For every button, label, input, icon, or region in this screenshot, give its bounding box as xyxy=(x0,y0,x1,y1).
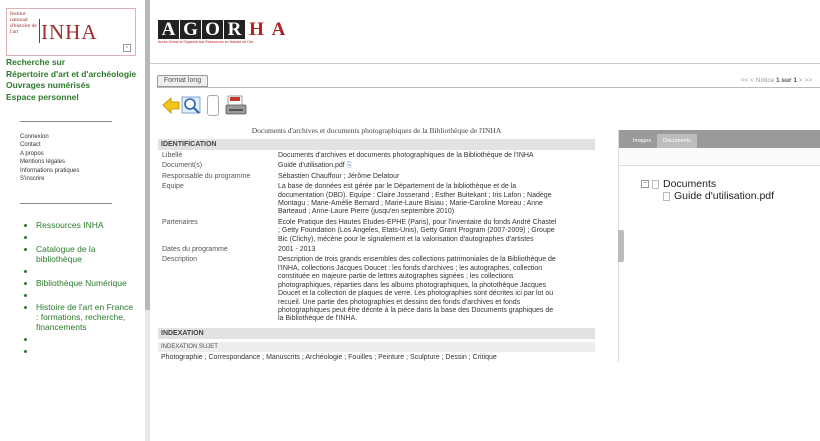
back-arrow-icon[interactable] xyxy=(161,95,181,116)
nav-espace-personnel[interactable]: Espace personnel xyxy=(6,92,136,104)
list-item xyxy=(36,346,136,356)
field-value: Documents d'archives et documents photog… xyxy=(278,152,534,159)
field-row: Libellé Documents d'archives et document… xyxy=(158,150,595,160)
link-connexion[interactable]: Connexion xyxy=(20,133,79,141)
tab-divider xyxy=(157,87,820,88)
record-title: Documents d'archives et documents photog… xyxy=(251,126,502,135)
list-item[interactable]: Histoire de l'art en France : formations… xyxy=(36,302,136,332)
tab-format-long[interactable]: Format long xyxy=(157,75,208,87)
nav-ouvrages-numerises[interactable]: Ouvrages numérisés xyxy=(6,80,136,92)
inha-logo[interactable]: Institut national d'histoire de l'art IN… xyxy=(6,8,136,56)
field-row: Equipe La base de données est gérée par … xyxy=(158,181,595,217)
file-icon xyxy=(663,191,670,201)
documents-tree: − Documents Guide d'utilisation.pdf xyxy=(641,178,774,202)
expand-icon[interactable]: ▫ xyxy=(123,44,131,52)
tree-node-label[interactable]: Guide d'utilisation.pdf xyxy=(674,190,774,202)
field-value: 2001 - 2013 xyxy=(278,246,316,254)
agorha-letter: A xyxy=(158,20,179,39)
field-value: Description de trois grands ensembles de… xyxy=(278,256,556,323)
panel-resize-handle[interactable] xyxy=(618,230,624,262)
attachment-icon[interactable]: ⎘ xyxy=(347,162,353,169)
tree-node-root[interactable]: − Documents xyxy=(641,178,774,190)
folder-icon xyxy=(652,179,659,189)
indexation-subject-header: INDEXATION SUJET xyxy=(158,341,595,352)
link-a-propos[interactable]: A propos xyxy=(20,150,79,158)
tab-documents[interactable]: Documents xyxy=(657,134,697,148)
agorha-letter: G xyxy=(180,20,201,39)
agorha-logo[interactable]: A G O R H A Accès Global et Organisé aux… xyxy=(158,20,289,44)
agorha-tagline: Accès Global et Organisé aux Ressources … xyxy=(158,40,254,44)
list-item xyxy=(36,334,136,344)
notice-pagination: << < Notice 1 sur 1 > >> xyxy=(741,77,812,84)
field-row: Description Description de trois grands … xyxy=(158,254,595,323)
field-label: Equipe xyxy=(162,183,184,191)
section-identification-header: IDENTIFICATION xyxy=(158,139,595,150)
agorha-letter: R xyxy=(224,20,245,39)
pdf-print-icon[interactable] xyxy=(224,95,248,116)
field-label: Document(s) xyxy=(162,162,203,170)
list-item xyxy=(36,290,136,300)
documents-panel: Images Documents − Documents Guide d'uti… xyxy=(618,130,820,362)
inha-logo-big-text: INHA xyxy=(41,20,98,44)
field-value: Sébastien Chauffour ; Jérôme Delatour xyxy=(278,172,400,180)
sidebar-divider-2 xyxy=(20,203,112,204)
link-mentions-legales[interactable]: Mentions légales xyxy=(20,158,79,166)
panel-tab-bar: Images Documents xyxy=(619,130,820,148)
sidebar-scrollbar-thumb[interactable] xyxy=(145,0,150,310)
sidebar-utility-links: Connexion Contact A propos Mentions léga… xyxy=(20,133,79,183)
page: Institut national d'histoire de l'art IN… xyxy=(0,0,820,441)
field-row: Responsable du programme Sébastien Chauf… xyxy=(158,171,595,181)
field-label: Libellé xyxy=(162,152,183,159)
documents-tree-container: − Documents Guide d'utilisation.pdf xyxy=(619,166,820,362)
field-value: La base de données est gérée par le Dépa… xyxy=(278,183,552,216)
list-item[interactable]: Ressources INHA xyxy=(36,220,136,230)
tree-node-label: Documents xyxy=(663,178,717,190)
sidebar-resource-list: Ressources INHA Catalogue de la biblioth… xyxy=(36,220,136,358)
logo-divider xyxy=(39,19,40,43)
field-label: Description xyxy=(162,256,198,264)
agorha-letter: A xyxy=(268,20,289,39)
field-row: Document(s) Guide d'utilisation.pdf ⎘ xyxy=(158,160,595,170)
field-row: Dates du programme 2001 - 2013 xyxy=(158,244,595,254)
link-sinscrire[interactable]: S'inscrire xyxy=(20,175,79,183)
header-divider xyxy=(150,63,820,64)
field-label: Dates du programme xyxy=(162,246,228,254)
tab-images[interactable]: Images xyxy=(627,134,657,148)
search-icon[interactable] xyxy=(181,95,203,116)
list-item[interactable]: Bibliothèque Numérique xyxy=(36,278,136,288)
nav-recherche-sur[interactable]: Recherche sur xyxy=(6,57,136,69)
document-link[interactable]: Guide d'utilisation.pdf xyxy=(278,162,345,169)
notice-prev-link[interactable]: << < Notice xyxy=(741,77,774,84)
sidebar: Institut national d'histoire de l'art IN… xyxy=(0,0,145,441)
list-item xyxy=(36,232,136,242)
sidebar-main-nav: Recherche sur Répertoire d'art et d'arch… xyxy=(6,57,136,103)
link-informations-pratiques[interactable]: Informations pratiques xyxy=(20,167,79,175)
inha-logo-small-text: Institut national d'histoire de l'art xyxy=(10,11,37,35)
blank-toggle-icon[interactable] xyxy=(207,95,219,116)
section-indexation-header: INDEXATION xyxy=(158,327,595,339)
agorha-letter: O xyxy=(202,20,223,39)
field-value: Guide d'utilisation.pdf ⎘ xyxy=(278,162,558,170)
field-label: Partenaires xyxy=(162,218,198,226)
agorha-letter: H xyxy=(246,20,267,39)
sidebar-divider xyxy=(20,121,112,122)
list-item[interactable]: Catalogue de la bibliothèque xyxy=(36,244,136,264)
notice-next-link[interactable]: > >> xyxy=(799,77,812,84)
field-row: Partenaires Ecole Pratique des Hautes Et… xyxy=(158,217,595,244)
tree-node-file[interactable]: Guide d'utilisation.pdf xyxy=(641,190,774,202)
link-contact[interactable]: Contact xyxy=(20,141,79,149)
field-value: Ecole Pratique des Hautes Etudes-EPHE (P… xyxy=(278,218,557,243)
collapse-icon[interactable]: − xyxy=(641,180,649,188)
indexation-subject-values: Photographie ; Correspondance ; Manuscri… xyxy=(161,353,497,361)
nav-repertoire[interactable]: Répertoire d'art et d'archéologie xyxy=(6,69,136,81)
list-item xyxy=(36,266,136,276)
notice-position: 1 sur 1 xyxy=(776,77,797,84)
panel-toolbar xyxy=(619,148,820,166)
record-content: Documents d'archives et documents photog… xyxy=(158,120,595,363)
field-label: Responsable du programme xyxy=(162,172,251,180)
